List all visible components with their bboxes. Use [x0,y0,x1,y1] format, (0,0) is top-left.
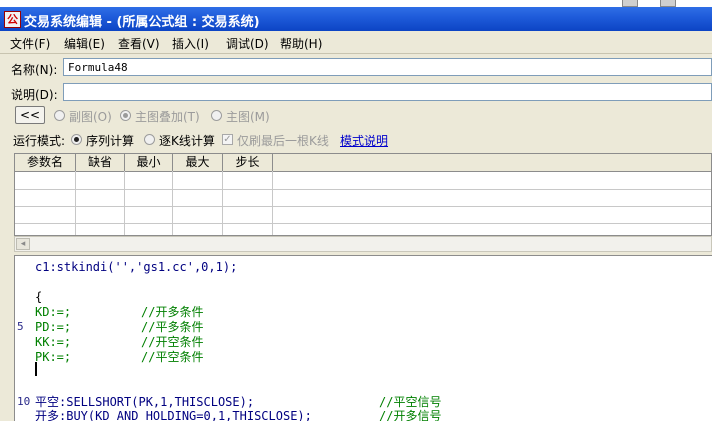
code-line: 平空:SELLSHORT(PK,1,THISCLOSE); [35,395,254,410]
column-header-step[interactable]: 步长 [223,154,273,171]
last-bar-only-checkbox[interactable]: ✓ [222,134,233,145]
menu-view[interactable]: 查看(V) [118,35,160,52]
menu-edit[interactable]: 编辑(E) [64,35,105,52]
line-number: 10 [17,395,31,408]
code-comment: //开多信号 [379,409,442,421]
column-header-name[interactable]: 参数名 [15,154,76,171]
overlay-chart-radio[interactable] [120,110,131,121]
code-comment: //平空信号 [379,395,442,409]
code-line: { [35,290,42,305]
code-comment: //平多条件 [141,320,204,334]
run-mode-label: 运行模式: [13,134,66,148]
code-text: PK:=; [35,350,72,364]
parameters-horizontal-scrollbar[interactable]: ◂ [14,236,712,252]
code-text: PD:=; [35,320,72,334]
per-bar-mode-radio[interactable] [144,134,155,145]
code-line: PD:=; [35,320,71,335]
code-line: c1:stkindi('','gs1.cc',0,1); [35,260,237,275]
table-column-divider [172,171,173,235]
menu-debug[interactable]: 调试(D) [226,35,269,52]
description-label: 说明(D): [11,88,58,102]
sequence-mode-label: 序列计算 [86,134,135,148]
name-field[interactable]: Formula48 [63,58,712,76]
table-row-divider [15,189,711,190]
line-number-gutter: 5 10 [15,256,33,421]
menu-bar: 文件(F) 编辑(E) 查看(V) 插入(I) 调试(D) 帮助(H) [0,31,712,54]
sequence-mode-radio[interactable] [71,134,82,145]
behind-window-button [660,0,676,7]
table-row-divider [15,206,711,207]
window-title: 交易系统编辑 - (所属公式组 : 交易系统) [24,15,260,30]
line-number: 5 [17,320,24,333]
main-chart-label: 主图(M) [226,110,270,124]
name-value: Formula48 [68,61,128,74]
formula-editor-window: 公 交易系统编辑 - (所属公式组 : 交易系统) 文件(F) 编辑(E) 查看… [0,0,712,421]
code-text: KD:=; [35,305,72,319]
per-bar-mode-label: 逐K线计算 [159,134,215,148]
code-text: 开多:BUY(KD AND HOLDING=0,1,THISCLOSE); [35,409,312,421]
description-field[interactable] [63,83,712,101]
code-line: KK:=; [35,335,71,350]
sub-chart-radio[interactable] [54,110,65,121]
main-chart-radio[interactable] [211,110,222,121]
code-text: KK:=; [35,335,72,349]
table-column-divider [272,171,273,235]
last-bar-only-label: 仅刷最后一根K线 [237,134,329,148]
text-caret [35,362,37,376]
code-text: c1:stkindi('','gs1.cc',0,1); [35,260,238,274]
table-column-divider [124,171,125,235]
scroll-left-arrow-icon[interactable]: ◂ [16,238,30,250]
sub-chart-label: 副图(O) [69,110,112,124]
table-column-divider [75,171,76,235]
parameters-table[interactable]: 参数名 缺省 最小 最大 步长 [14,153,712,236]
menu-insert[interactable]: 插入(I) [172,35,209,52]
title-bar[interactable]: 公 交易系统编辑 - (所属公式组 : 交易系统) [0,7,712,31]
parameters-table-header: 参数名 缺省 最小 最大 步长 [15,154,711,172]
formula-app-icon: 公 [4,11,21,28]
code-comment: //开多条件 [141,305,204,319]
menu-file[interactable]: 文件(F) [10,35,50,52]
code-editor[interactable]: 5 10 c1:stkindi('','gs1.cc',0,1); { KD:=… [14,255,712,421]
code-line: 开多:BUY(KD AND HOLDING=0,1,THISCLOSE); [35,409,312,421]
collapse-button[interactable]: << [15,106,45,124]
code-text: { [35,290,43,304]
code-line: KD:=; [35,305,71,320]
menu-help[interactable]: 帮助(H) [280,35,322,52]
name-label: 名称(N): [11,63,58,77]
behind-window-button [622,0,638,7]
code-text: 平空:SELLSHORT(PK,1,THISCLOSE); [35,395,255,409]
table-column-divider [222,171,223,235]
code-line: PK:=; [35,350,71,365]
code-comment: //开空条件 [141,335,204,349]
column-header-default[interactable]: 缺省 [76,154,125,171]
mode-help-link[interactable]: 模式说明 [340,132,388,149]
column-header-max[interactable]: 最大 [173,154,223,171]
overlay-chart-label: 主图叠加(T) [135,110,200,124]
background-strip [0,0,712,7]
column-header-min[interactable]: 最小 [125,154,173,171]
table-row-divider [15,223,711,224]
code-comment: //平空条件 [141,350,204,364]
